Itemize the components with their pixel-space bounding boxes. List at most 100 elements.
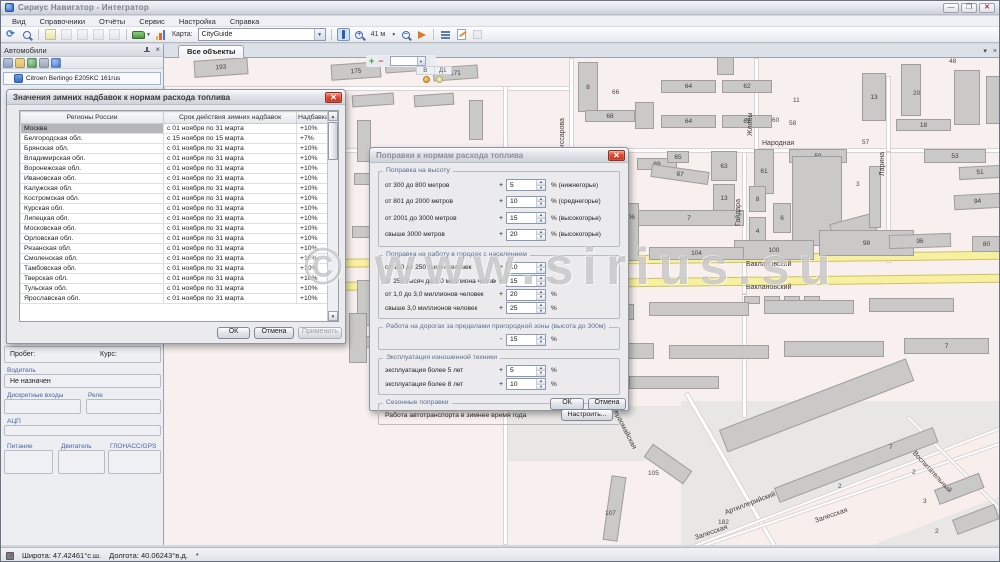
- globe-icon[interactable]: [27, 58, 37, 68]
- table-row[interactable]: Калужская обл.с 01 ноября по 31 марта+10…: [21, 184, 329, 194]
- zoom-out-button[interactable]: −: [399, 28, 412, 41]
- table-row[interactable]: Орловская обл.с 01 ноября по 31 марта+10…: [21, 234, 329, 244]
- scroll-thumb[interactable]: [328, 122, 338, 160]
- spinner-arrows[interactable]: ▲▼: [536, 230, 545, 240]
- menu-item-Справочники[interactable]: Справочники: [33, 17, 92, 26]
- spinner-arrows[interactable]: ▲▼: [536, 276, 545, 286]
- correction-spinner[interactable]: 15▲▼: [506, 275, 546, 287]
- winter-ok-button[interactable]: ОК: [217, 327, 250, 339]
- spinner-down-icon[interactable]: ▼: [537, 268, 545, 273]
- pin-icon[interactable]: [143, 46, 151, 55]
- spinner-arrows[interactable]: ▲▼: [536, 366, 545, 376]
- spinner-down-icon[interactable]: ▼: [537, 202, 545, 207]
- vehicle-filter-combo[interactable]: ▼: [390, 56, 426, 66]
- col-surcharge[interactable]: Надбавка: [297, 112, 329, 124]
- chart-button[interactable]: [154, 28, 167, 41]
- object-list-button[interactable]: [439, 28, 452, 41]
- zoom-in-button[interactable]: +: [353, 28, 366, 41]
- table-row[interactable]: Белгородская обл.с 15 ноября по 15 марта…: [21, 134, 329, 144]
- spinner-arrows[interactable]: ▲▼: [536, 180, 545, 190]
- map-scale-value[interactable]: 41 м: [371, 31, 386, 38]
- correction-spinner[interactable]: 10▲▼: [506, 378, 546, 390]
- col-period[interactable]: Срок действия зимних надбавок: [164, 112, 297, 124]
- chevron-down-icon[interactable]: ▼: [314, 29, 325, 40]
- correction-spinner[interactable]: 15▲▼: [506, 212, 546, 224]
- menu-item-Сервис[interactable]: Сервис: [132, 17, 172, 26]
- device-icon[interactable]: [3, 58, 13, 68]
- spinner-arrows[interactable]: ▲▼: [536, 290, 545, 300]
- report-page-button[interactable]: [44, 28, 57, 41]
- add-vehicle-icon[interactable]: +: [369, 56, 374, 66]
- table-row[interactable]: Московская обл.с 01 ноября по 31 марта+1…: [21, 224, 329, 234]
- correction-spinner[interactable]: 20▲▼: [506, 229, 546, 241]
- map-source-combo[interactable]: CityGuide▼: [198, 28, 326, 41]
- spinner-arrows[interactable]: ▲▼: [536, 263, 545, 273]
- correction-spinner[interactable]: 10▲▼: [506, 196, 546, 208]
- spinner-arrows[interactable]: ▲▼: [536, 303, 545, 313]
- corrections-cancel-button[interactable]: Отмена: [588, 398, 626, 410]
- table-row[interactable]: Тверская обл.с 01 ноября по 31 марта+10%: [21, 274, 329, 284]
- spinner-down-icon[interactable]: ▼: [537, 219, 545, 224]
- restore-button[interactable]: ❒: [961, 3, 977, 13]
- spinner-arrows[interactable]: ▲▼: [536, 379, 545, 389]
- correction-spinner[interactable]: 10▲▼: [506, 262, 546, 274]
- table-row[interactable]: Владимирская обл.с 01 ноября по 31 марта…: [21, 154, 329, 164]
- table-row[interactable]: Тульская обл.с 01 ноября по 31 марта+10%: [21, 284, 329, 294]
- col-region[interactable]: Регионы России: [21, 112, 164, 124]
- spinner-down-icon[interactable]: ▼: [537, 309, 545, 314]
- table-row[interactable]: Липецкая обл.с 01 ноября по 31 марта+10%: [21, 214, 329, 224]
- world-icon[interactable]: [51, 58, 61, 68]
- correction-spinner[interactable]: 20▲▼: [506, 289, 546, 301]
- table-row[interactable]: Рязанская обл.с 01 ноября по 31 марта+10…: [21, 244, 329, 254]
- winter-cancel-button[interactable]: Отмена: [254, 327, 294, 339]
- spinner-down-icon[interactable]: ▼: [537, 340, 545, 345]
- table-row[interactable]: Костромская обл.с 01 ноября по 31 марта+…: [21, 194, 329, 204]
- refresh-button[interactable]: ⟳: [4, 28, 17, 41]
- table-row[interactable]: Ярославская обл.с 01 ноября по 31 марта+…: [21, 294, 329, 304]
- table-row[interactable]: Воронежская обл.с 01 ноября по 31 марта+…: [21, 164, 329, 174]
- locate-button[interactable]: [415, 28, 428, 41]
- tab-all-objects[interactable]: Все объекты: [178, 45, 244, 58]
- table-row[interactable]: Москвас 01 ноября по 31 марта+10%: [21, 124, 329, 134]
- corrections-dialog-title-bar[interactable]: Поправки к нормам расхода топлива ✕: [370, 148, 628, 163]
- tab-close-icon[interactable]: ×: [993, 48, 997, 55]
- menu-item-Настройка[interactable]: Настройка: [172, 17, 223, 26]
- search-button[interactable]: [20, 28, 33, 41]
- correction-spinner[interactable]: 25▲▼: [506, 302, 546, 314]
- correction-spinner[interactable]: 5▲▼: [506, 365, 546, 377]
- table-row[interactable]: Курская обл.с 01 ноября по 31 марта+10%: [21, 204, 329, 214]
- spinner-down-icon[interactable]: ▼: [537, 385, 545, 390]
- corrections-ok-button[interactable]: ОК: [550, 398, 584, 410]
- season-configure-button[interactable]: Настроить...: [561, 409, 613, 421]
- correction-spinner[interactable]: 5▲▼: [506, 179, 546, 191]
- spinner-down-icon[interactable]: ▼: [537, 186, 545, 191]
- table-scrollbar[interactable]: ▲ ▼: [327, 111, 338, 321]
- table-row[interactable]: Тамбовская обл.с 01 ноября по 31 марта+1…: [21, 264, 329, 274]
- winter-dialog-title-bar[interactable]: Значения зимних надбавок к нормам расход…: [7, 90, 345, 105]
- spinner-down-icon[interactable]: ▼: [537, 295, 545, 300]
- table-row[interactable]: Смоленская обл.с 01 ноября по 31 марта+1…: [21, 254, 329, 264]
- measure-tool-button[interactable]: [337, 28, 350, 41]
- spinner-arrows[interactable]: ▲▼: [536, 197, 545, 207]
- spinner-down-icon[interactable]: ▼: [537, 282, 545, 287]
- vehicle-tree-item[interactable]: Citroen Berlingo E205KC 161rus: [3, 72, 161, 85]
- remove-vehicle-icon[interactable]: −: [378, 56, 383, 66]
- close-button[interactable]: ✕: [979, 3, 995, 13]
- table-row[interactable]: Брянская обл.с 01 ноября по 31 марта+10%: [21, 144, 329, 154]
- vehicle-tracking-button[interactable]: ▼: [132, 28, 151, 41]
- scale-chevron-icon[interactable]: ▼: [391, 32, 396, 38]
- regions-table[interactable]: Регионы России Срок действия зимних надб…: [20, 111, 329, 304]
- spinner-down-icon[interactable]: ▼: [537, 371, 545, 376]
- menu-item-Справка[interactable]: Справка: [223, 17, 266, 26]
- correction-spinner[interactable]: 15▲▼: [506, 334, 546, 346]
- menu-item-Вид[interactable]: Вид: [5, 17, 33, 26]
- edit-icon[interactable]: [15, 58, 25, 68]
- spinner-arrows[interactable]: ▲▼: [536, 335, 545, 345]
- spinner-arrows[interactable]: ▲▼: [536, 213, 545, 223]
- spinner-down-icon[interactable]: ▼: [537, 235, 545, 240]
- binoculars-icon[interactable]: [39, 58, 49, 68]
- menu-item-Отчёты[interactable]: Отчёты: [92, 17, 132, 26]
- winter-dialog-close-icon[interactable]: ✕: [325, 92, 342, 103]
- panel-close-icon[interactable]: ×: [155, 46, 160, 54]
- scroll-up-icon[interactable]: ▲: [328, 111, 338, 121]
